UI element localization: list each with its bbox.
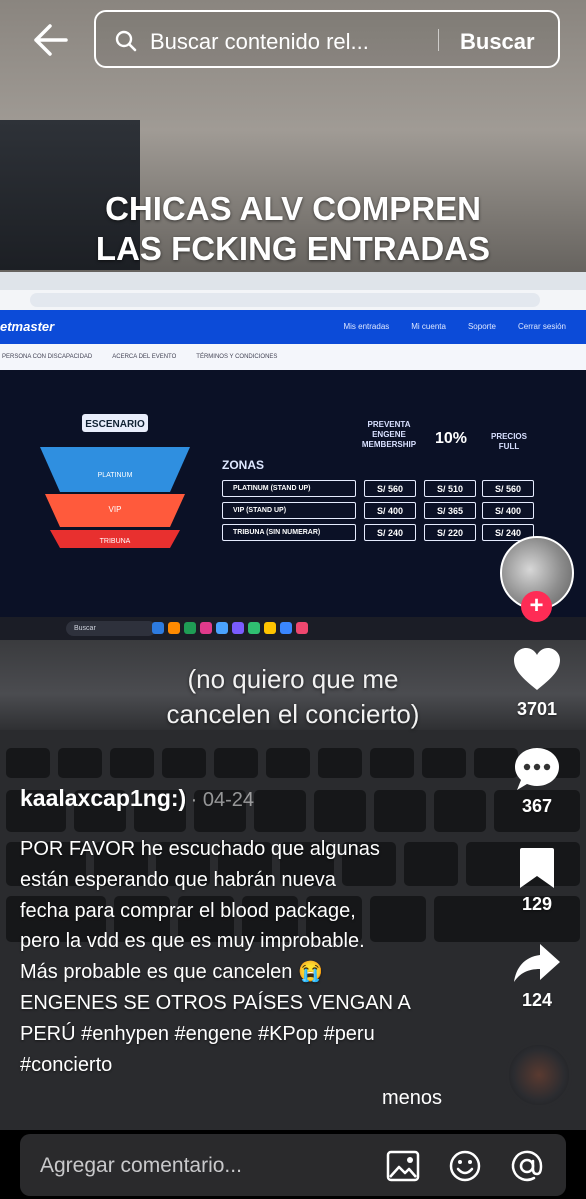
- column-presale: PREVENTA ENGENE MEMBERSHIP: [361, 420, 417, 449]
- comment-input[interactable]: Agregar comentario...: [20, 1134, 566, 1196]
- description-line: POR FAVOR he escuchado que algunas: [20, 838, 380, 860]
- tribuna-label: TRIBUNA: [100, 538, 131, 545]
- search-bar[interactable]: Buscar contenido rel... Buscar: [94, 10, 560, 68]
- vip-label: VIP: [109, 505, 122, 514]
- comment-count: 367: [521, 796, 553, 816]
- price-presale: S/ 240: [364, 524, 416, 541]
- follow-button[interactable]: +: [521, 591, 552, 622]
- share-icon: [514, 944, 560, 982]
- description-line: ENGENES SE OTROS PAÍSES VENGAN A: [20, 991, 411, 1014]
- video-overlay-text: CHICAS ALV COMPREN LAS FCKING ENTRADAS: [0, 190, 586, 268]
- zone-row: PLATINUM (STAND UP): [222, 480, 356, 497]
- share-count: 124: [521, 990, 553, 1010]
- os-taskbar: Buscar: [0, 617, 586, 640]
- nav-link: Mis entradas: [343, 322, 390, 331]
- zone-row: VIP (STAND UP): [222, 502, 356, 519]
- image-icon[interactable]: [386, 1149, 420, 1183]
- overlay-line: CHICAS ALV COMPREN: [105, 190, 481, 227]
- description-line: fecha para comprar el blood package,: [20, 899, 356, 922]
- music-disc[interactable]: [506, 1042, 572, 1108]
- site-brand: etmaster: [0, 319, 55, 334]
- comment-button[interactable]: [513, 746, 561, 792]
- description-line: pero la vdd es que es muy improbable.: [20, 930, 365, 953]
- zone-row: TRIBUNA (SIN NUMERAR): [222, 524, 356, 541]
- description-line: Más probable es que cancelen 😭: [20, 961, 323, 984]
- price-discount: S/ 510: [424, 480, 476, 497]
- mention-icon[interactable]: [510, 1149, 544, 1183]
- overlay-line: LAS FCKING ENTRADAS: [95, 230, 491, 267]
- emoji-icon[interactable]: [448, 1149, 482, 1183]
- author-name[interactable]: kaalaxcap1ng:): [20, 785, 186, 811]
- top-bar: Buscar contenido rel... Buscar: [0, 0, 586, 80]
- subnav-item: PERSONA CON DISCAPACIDAD: [2, 354, 93, 360]
- post-caption-header: kaalaxcap1ng:) · 04-24: [20, 785, 480, 812]
- price-presale: S/ 400: [364, 502, 416, 519]
- description-line: están esperando que habrán nueva: [20, 868, 336, 891]
- nav-link: Soporte: [467, 322, 496, 331]
- save-button[interactable]: [518, 846, 556, 890]
- search-divider: [438, 29, 439, 51]
- search-input[interactable]: Buscar contenido rel...: [150, 29, 369, 55]
- subnav-item: ACERCA DEL EVENTO: [112, 354, 177, 360]
- taskbar-search: Buscar: [66, 621, 156, 636]
- plus-icon: +: [529, 592, 544, 619]
- search-button[interactable]: Buscar: [460, 29, 535, 55]
- like-button[interactable]: [512, 646, 562, 692]
- search-icon: [115, 30, 137, 52]
- price-discount: S/ 365: [424, 502, 476, 519]
- price-presale: S/ 560: [364, 480, 416, 497]
- description-line: #concierto: [20, 1053, 113, 1076]
- share-button[interactable]: [512, 942, 562, 984]
- venue-map: ESCENARIO PLATINUM VIP TRIBUNA: [40, 414, 190, 548]
- nav-link: Cerrar sesión: [517, 322, 566, 331]
- subtitle-line: (no quiero que me: [187, 664, 399, 694]
- bookmark-icon: [520, 848, 554, 888]
- video-subtitle: (no quiero que me cancelen el concierto): [0, 664, 586, 730]
- taskbar-icons: [152, 622, 308, 634]
- show-less-link[interactable]: menos: [382, 1087, 442, 1110]
- column-full: PRECIOS FULL: [490, 432, 527, 451]
- stage-label: ESCENARIO: [85, 419, 145, 430]
- post-date: · 04-24: [190, 789, 255, 811]
- subnav-item: TÉRMINOS Y CONDICIONES: [196, 354, 278, 360]
- nav-link: Mi cuenta: [411, 322, 446, 331]
- save-count: 129: [521, 894, 553, 914]
- laptop-screen: etmaster Mis entradas Mi cuenta Soporte …: [0, 272, 586, 640]
- heart-icon: [514, 648, 560, 690]
- like-count: 3701: [516, 699, 558, 719]
- description-line: PERÚ #enhypen #engene #KPop #peru: [20, 1022, 375, 1045]
- zones-title: ZONAS: [222, 458, 264, 472]
- platinum-label: PLATINUM: [98, 472, 133, 479]
- price-discount: S/ 220: [424, 524, 476, 541]
- site-subnav: PERSONA CON DISCAPACIDAD ACERCA DEL EVEN…: [0, 344, 586, 370]
- browser-urlbar: [0, 290, 586, 310]
- arrow-left-icon: [34, 24, 68, 56]
- comment-placeholder: Agregar comentario...: [40, 1154, 242, 1177]
- price-full: S/ 400: [482, 502, 534, 519]
- ticket-site-navbar: etmaster Mis entradas Mi cuenta Soporte …: [0, 310, 586, 344]
- column-discount: 10%: [434, 430, 468, 447]
- post-description: POR FAVOR he escuchado que algunas están…: [20, 834, 460, 1080]
- browser-tabbar: [0, 272, 586, 290]
- back-button[interactable]: [30, 22, 70, 58]
- price-full: S/ 560: [482, 480, 534, 497]
